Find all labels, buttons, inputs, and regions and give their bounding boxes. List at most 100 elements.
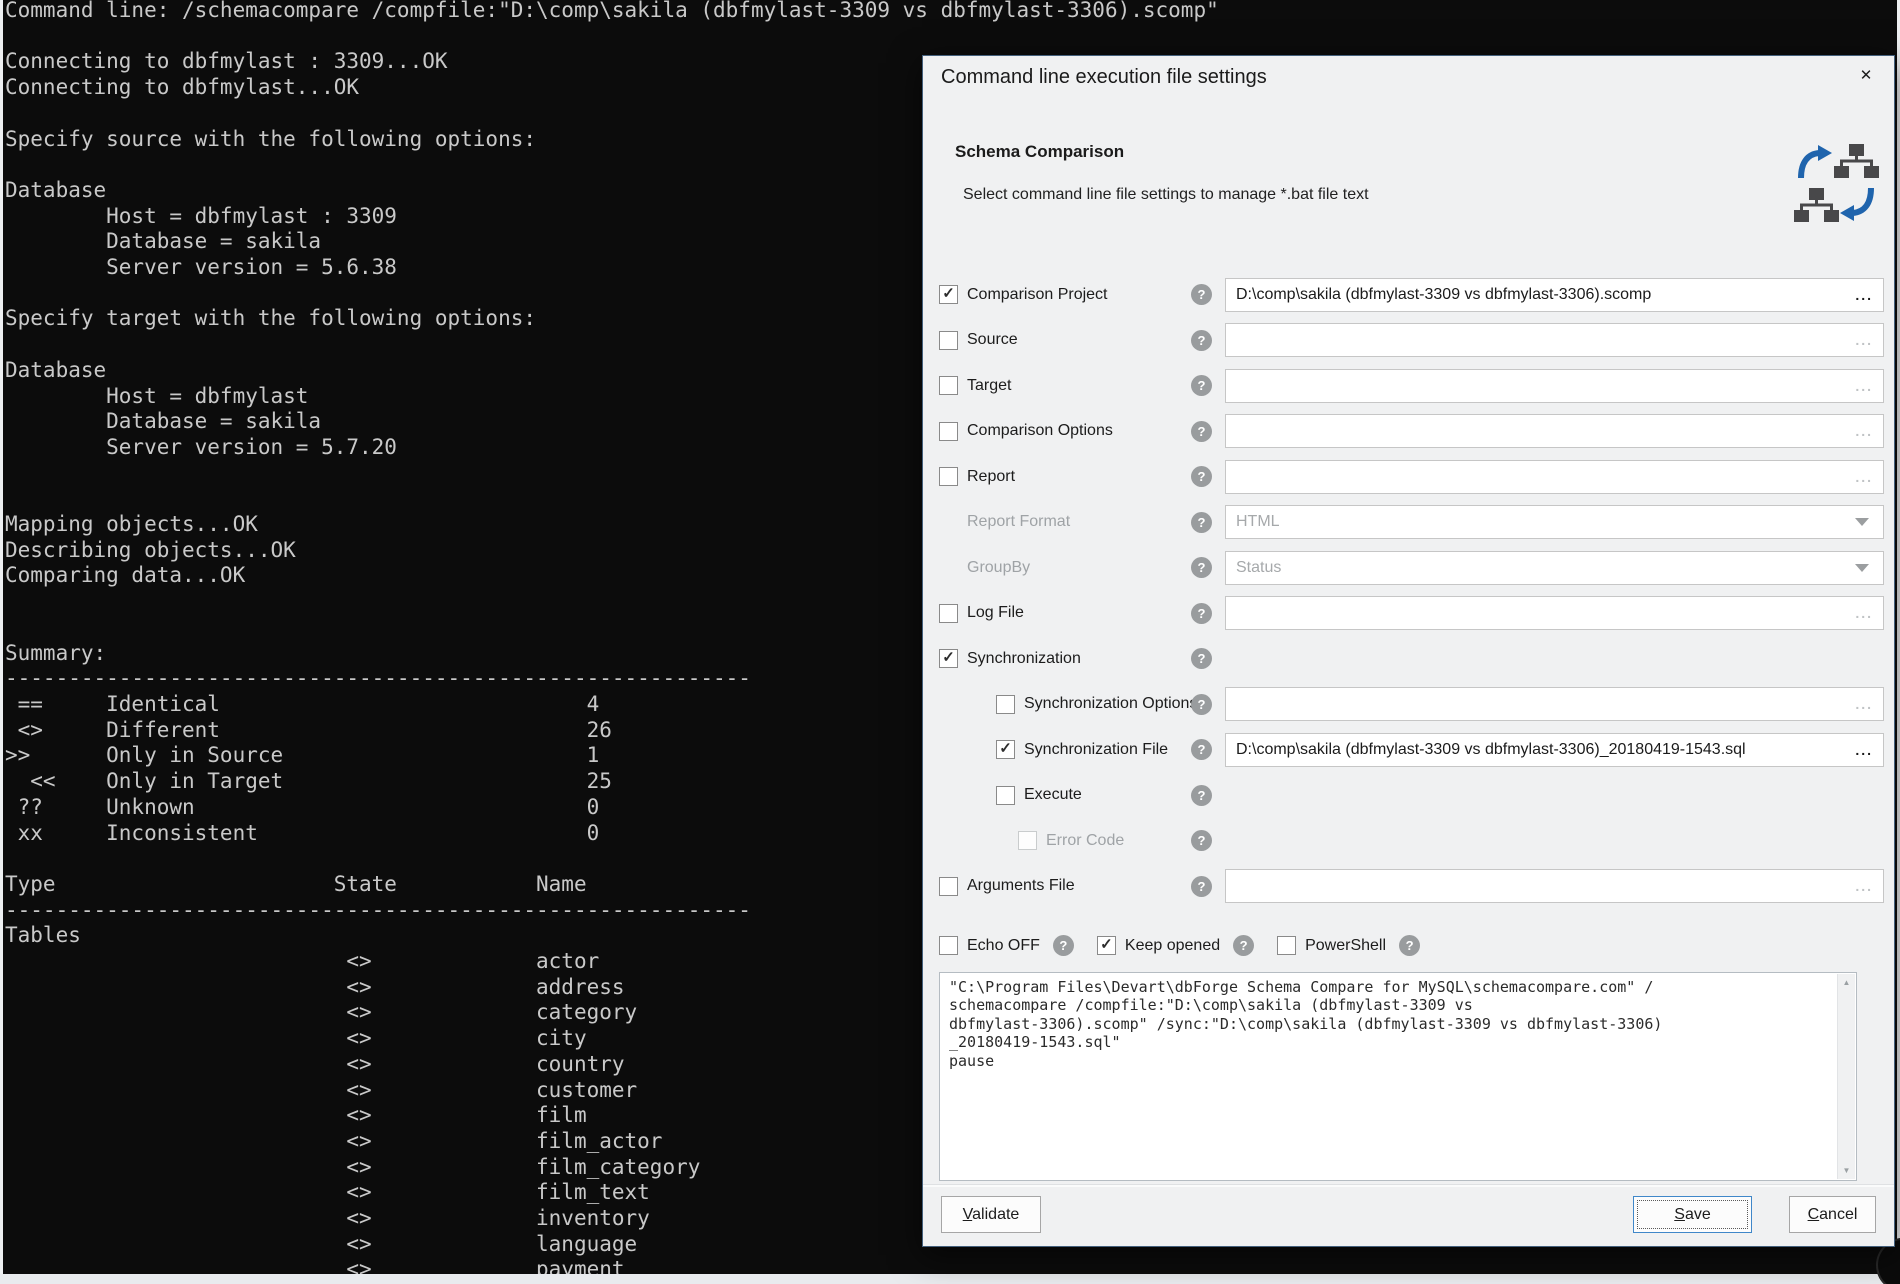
browse-icon[interactable]: ... <box>1855 287 1883 303</box>
help-icon[interactable]: ? <box>1191 375 1212 396</box>
report-format-value: HTML <box>1226 513 1855 531</box>
synchronization-label: Synchronization <box>967 650 1081 668</box>
groupby-label: GroupBy <box>967 559 1030 577</box>
source-input[interactable]: ... <box>1225 323 1884 357</box>
chevron-down-icon[interactable] <box>1855 564 1869 572</box>
help-icon[interactable]: ? <box>1191 648 1212 669</box>
help-icon[interactable]: ? <box>1053 935 1074 956</box>
setting-row-source: Source?... <box>923 318 1894 364</box>
comparison-project-label: Comparison Project <box>967 286 1108 304</box>
source-label: Source <box>967 331 1018 349</box>
browse-icon[interactable]: ... <box>1855 378 1883 394</box>
settings-rows: ✓ Comparison Project? D:\comp\sakila (dbfm… <box>923 272 1894 909</box>
bat-script-box[interactable]: "C:\Program Files\Devart\dbForge Schema … <box>939 972 1857 1181</box>
browse-icon[interactable]: ... <box>1855 423 1883 439</box>
keep-opened-checkbox[interactable]: ✓ <box>1097 936 1116 955</box>
setting-row-error-code: Error Code? <box>923 818 1894 864</box>
schema-comparison-icon <box>1792 140 1880 233</box>
browse-icon[interactable]: ... <box>1855 696 1883 712</box>
keep-opened-label: Keep opened <box>1125 937 1220 955</box>
log-file-checkbox[interactable] <box>939 604 958 623</box>
section-subtitle: Select command line file settings to man… <box>963 186 1369 204</box>
help-icon[interactable]: ? <box>1191 557 1212 578</box>
help-icon[interactable]: ? <box>1191 421 1212 442</box>
help-icon[interactable]: ? <box>1191 330 1212 351</box>
browse-icon[interactable]: ... <box>1855 332 1883 348</box>
log-file-input[interactable]: ... <box>1225 596 1884 630</box>
setting-row-groupby: GroupBy? Status <box>923 545 1894 591</box>
comparison-project-input[interactable]: D:\comp\sakila (dbfmylast-3309 vs dbfmyl… <box>1225 278 1884 312</box>
groupby-dropdown[interactable]: Status <box>1225 551 1884 585</box>
browse-icon[interactable]: ... <box>1855 469 1883 485</box>
app-window: Command line: /schemacompare /compfile:"… <box>0 0 1900 1284</box>
browse-icon[interactable]: ... <box>1855 605 1883 621</box>
help-icon[interactable]: ? <box>1191 830 1212 851</box>
comparison-options-label: Comparison Options <box>967 422 1113 440</box>
echo-off-label: Echo OFF <box>967 937 1040 955</box>
powershell-checkbox[interactable] <box>1277 936 1296 955</box>
error-code-checkbox[interactable] <box>1018 831 1037 850</box>
comparison-project-value: D:\comp\sakila (dbfmylast-3309 vs dbfmyl… <box>1226 286 1855 304</box>
validate-button[interactable]: Validate <box>941 1196 1041 1233</box>
help-icon[interactable]: ? <box>1191 694 1212 715</box>
close-icon[interactable]: ✕ <box>1854 64 1878 88</box>
synchronization-options-label: Synchronization Options <box>1024 695 1197 713</box>
help-icon[interactable]: ? <box>1191 785 1212 806</box>
synchronization-file-checkbox[interactable]: ✓ <box>996 740 1015 759</box>
scrollbar[interactable]: ▲ ▼ <box>1837 974 1855 1179</box>
browse-icon[interactable]: ... <box>1855 742 1883 758</box>
synchronization-options-input[interactable]: ... <box>1225 687 1884 721</box>
arguments-file-checkbox[interactable] <box>939 877 958 896</box>
help-icon[interactable]: ? <box>1191 284 1212 305</box>
arguments-file-input[interactable]: ... <box>1225 869 1884 903</box>
setting-row-comparison-project: ✓ Comparison Project? D:\comp\sakila (dbfm… <box>923 272 1894 318</box>
help-icon[interactable]: ? <box>1233 935 1254 956</box>
chevron-down-icon[interactable] <box>1855 518 1869 526</box>
help-icon[interactable]: ? <box>1191 466 1212 487</box>
comparison-options-input[interactable]: ... <box>1225 414 1884 448</box>
report-format-dropdown[interactable]: HTML <box>1225 505 1884 539</box>
bat-options-row: Echo OFF?✓Keep opened?PowerShell? <box>939 935 1420 956</box>
execute-checkbox[interactable] <box>996 786 1015 805</box>
help-icon[interactable]: ? <box>1191 876 1212 897</box>
setting-row-report: Report?... <box>923 454 1894 500</box>
help-icon[interactable]: ? <box>1191 603 1212 624</box>
comparison-options-checkbox[interactable] <box>939 422 958 441</box>
footer-divider <box>923 1184 1894 1187</box>
report-input[interactable]: ... <box>1225 460 1884 494</box>
section-title: Schema Comparison <box>955 142 1124 162</box>
window-edge-bottom <box>0 1274 1900 1284</box>
spacer <box>939 513 958 532</box>
setting-row-report-format: Report Format? HTML <box>923 500 1894 546</box>
target-checkbox[interactable] <box>939 376 958 395</box>
help-icon[interactable]: ? <box>1191 739 1212 760</box>
bat-script-text[interactable]: "C:\Program Files\Devart\dbForge Schema … <box>940 973 1856 1075</box>
source-checkbox[interactable] <box>939 331 958 350</box>
setting-row-comparison-options: Comparison Options?... <box>923 409 1894 455</box>
setting-row-synchronization-file: ✓ Synchronization File? D:\comp\sakila (db… <box>923 727 1894 773</box>
help-icon[interactable]: ? <box>1191 512 1212 533</box>
comparison-project-checkbox[interactable]: ✓ <box>939 285 958 304</box>
synchronization-file-label: Synchronization File <box>1024 741 1168 759</box>
browse-icon[interactable]: ... <box>1855 878 1883 894</box>
report-checkbox[interactable] <box>939 467 958 486</box>
report-format-label: Report Format <box>967 513 1070 531</box>
execute-label: Execute <box>1024 786 1082 804</box>
save-button[interactable]: Save <box>1633 1196 1752 1233</box>
synchronization-options-checkbox[interactable] <box>996 695 1015 714</box>
scroll-up-icon[interactable]: ▲ <box>1838 974 1855 991</box>
arguments-file-label: Arguments File <box>967 877 1075 895</box>
cancel-button[interactable]: Cancel <box>1789 1196 1876 1233</box>
echo-off-checkbox[interactable] <box>939 936 958 955</box>
target-label: Target <box>967 377 1011 395</box>
setting-row-execute: Execute? <box>923 773 1894 819</box>
powershell-label: PowerShell <box>1305 937 1386 955</box>
synchronization-checkbox[interactable]: ✓ <box>939 649 958 668</box>
help-icon[interactable]: ? <box>1399 935 1420 956</box>
target-input[interactable]: ... <box>1225 369 1884 403</box>
synchronization-file-input[interactable]: D:\comp\sakila (dbfmylast-3309 vs dbfmyl… <box>1225 733 1884 767</box>
dialog-title: Command line execution file settings <box>941 66 1267 89</box>
spacer <box>939 558 958 577</box>
scroll-down-icon[interactable]: ▼ <box>1838 1162 1855 1179</box>
option-powershell: PowerShell? <box>1277 935 1420 956</box>
